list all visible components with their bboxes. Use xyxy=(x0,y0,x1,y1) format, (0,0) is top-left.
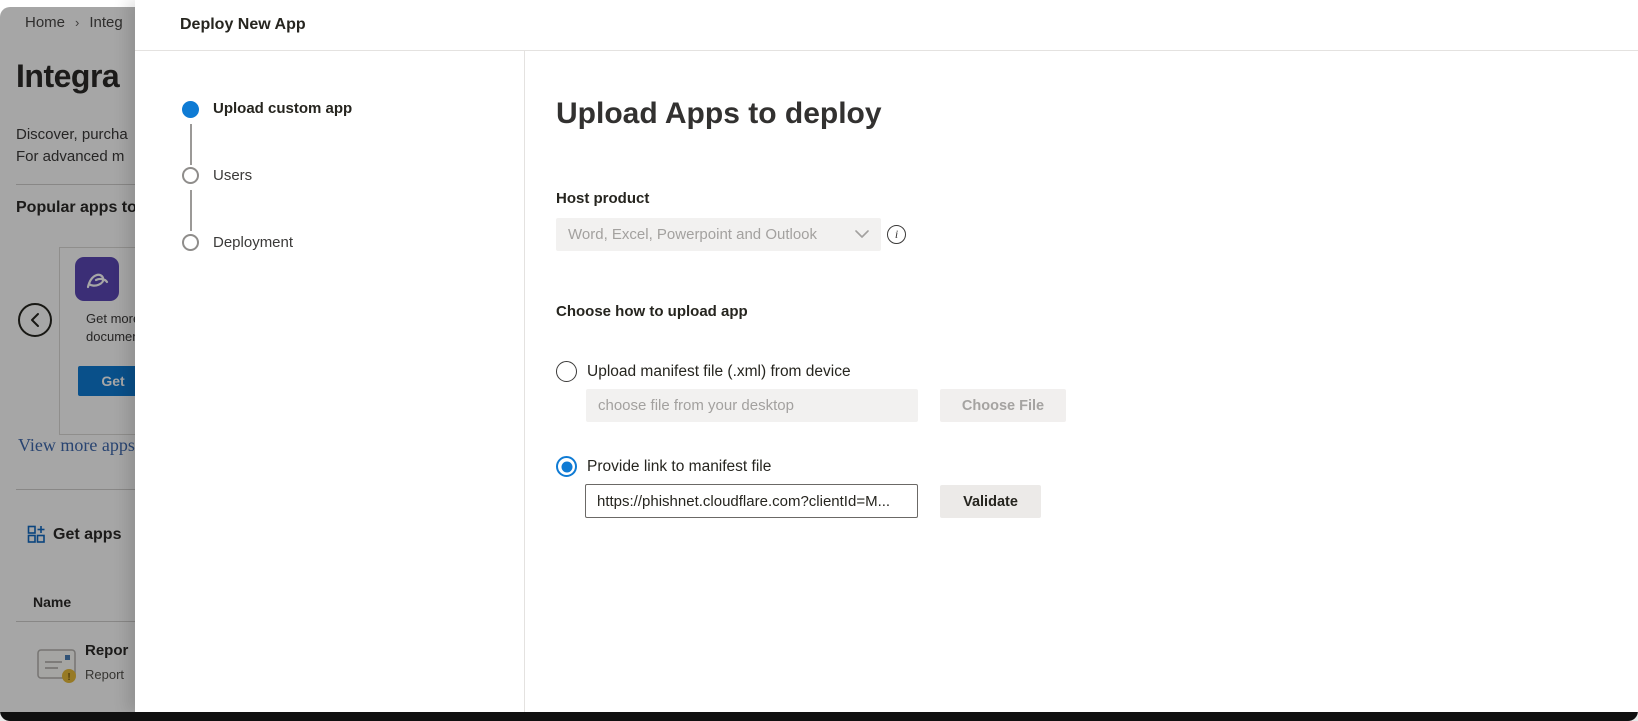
content-heading: Upload Apps to deploy xyxy=(556,97,882,131)
info-icon[interactable]: i xyxy=(887,225,906,244)
stepper-connector-line xyxy=(190,190,192,231)
get-apps-label: Get apps xyxy=(53,526,121,544)
table-row-subtitle: Report xyxy=(85,667,124,682)
adobe-acrobat-glyph xyxy=(82,264,112,294)
breadcrumb-current[interactable]: Integ xyxy=(89,14,122,31)
step-indicator-upload-custom-app[interactable] xyxy=(182,101,199,118)
get-apps-icon xyxy=(27,525,46,544)
stepper-connector-line xyxy=(190,124,192,165)
name-column-header[interactable]: Name xyxy=(33,594,71,610)
page-title: Integra xyxy=(16,58,119,95)
panel-header-divider xyxy=(135,50,1638,51)
step-label-deployment[interactable]: Deployment xyxy=(213,234,293,251)
choose-upload-label: Choose how to upload app xyxy=(556,303,748,320)
breadcrumb-chevron-icon: › xyxy=(75,15,79,30)
step-indicator-users[interactable] xyxy=(182,167,199,184)
radio-circle[interactable] xyxy=(556,361,577,382)
step-label-upload-custom-app[interactable]: Upload custom app xyxy=(213,100,352,117)
breadcrumb: Home › Integ xyxy=(25,14,123,31)
app-card-adobe-acrobat[interactable]: Get more documen Get xyxy=(59,247,135,435)
step-label-users[interactable]: Users xyxy=(213,167,252,184)
divider xyxy=(16,621,135,622)
page-description-line1: Discover, purcha xyxy=(16,126,128,143)
get-button[interactable]: Get xyxy=(78,366,135,396)
chevron-left-icon xyxy=(28,312,42,328)
svg-text:!: ! xyxy=(67,672,70,683)
page-description-line2: For advanced m xyxy=(16,148,124,165)
table-row[interactable]: ! Repor Report xyxy=(0,636,135,696)
host-product-label: Host product xyxy=(556,190,649,207)
stepper-content-divider xyxy=(524,51,525,712)
manifest-file-input[interactable] xyxy=(586,389,918,422)
provide-link-label: Provide link to manifest file xyxy=(587,458,771,476)
background-page: Home › Integ Integra Discover, purcha For … xyxy=(0,0,135,712)
upload-manifest-file-label: Upload manifest file (.xml) from device xyxy=(587,363,851,381)
host-product-dropdown[interactable]: Word, Excel, Powerpoint and Outlook xyxy=(556,218,881,251)
radio-circle[interactable] xyxy=(556,456,577,477)
adobe-acrobat-icon xyxy=(75,257,119,301)
table-row-title: Repor xyxy=(85,642,128,659)
provide-link-radio[interactable]: Provide link to manifest file xyxy=(556,456,771,477)
popular-apps-heading: Popular apps to xyxy=(16,199,135,217)
window-bottom-edge xyxy=(0,712,1638,721)
step-indicator-deployment[interactable] xyxy=(182,234,199,251)
divider xyxy=(16,489,135,490)
deploy-new-app-panel: Deploy New App Upload custom app Users D… xyxy=(135,0,1638,712)
upload-manifest-file-radio[interactable]: Upload manifest file (.xml) from device xyxy=(556,361,851,382)
carousel-previous-button[interactable] xyxy=(18,303,52,337)
validate-button[interactable]: Validate xyxy=(940,485,1041,518)
view-more-apps-link[interactable]: View more apps xyxy=(18,435,135,456)
screen: Home › Integ Integra Discover, purcha For … xyxy=(0,0,1638,721)
chevron-down-icon xyxy=(855,230,869,239)
get-apps-button[interactable]: Get apps xyxy=(27,525,121,544)
host-product-dropdown-value: Word, Excel, Powerpoint and Outlook xyxy=(568,226,855,243)
divider xyxy=(16,184,135,185)
panel-title: Deploy New App xyxy=(180,16,306,34)
report-message-icon: ! xyxy=(36,646,78,686)
choose-file-button[interactable]: Choose File xyxy=(940,389,1066,422)
app-card-text-line2: documen xyxy=(86,329,135,344)
app-card-text-line1: Get more xyxy=(86,311,135,326)
manifest-link-input[interactable] xyxy=(585,484,918,518)
breadcrumb-home-link[interactable]: Home xyxy=(25,14,65,31)
